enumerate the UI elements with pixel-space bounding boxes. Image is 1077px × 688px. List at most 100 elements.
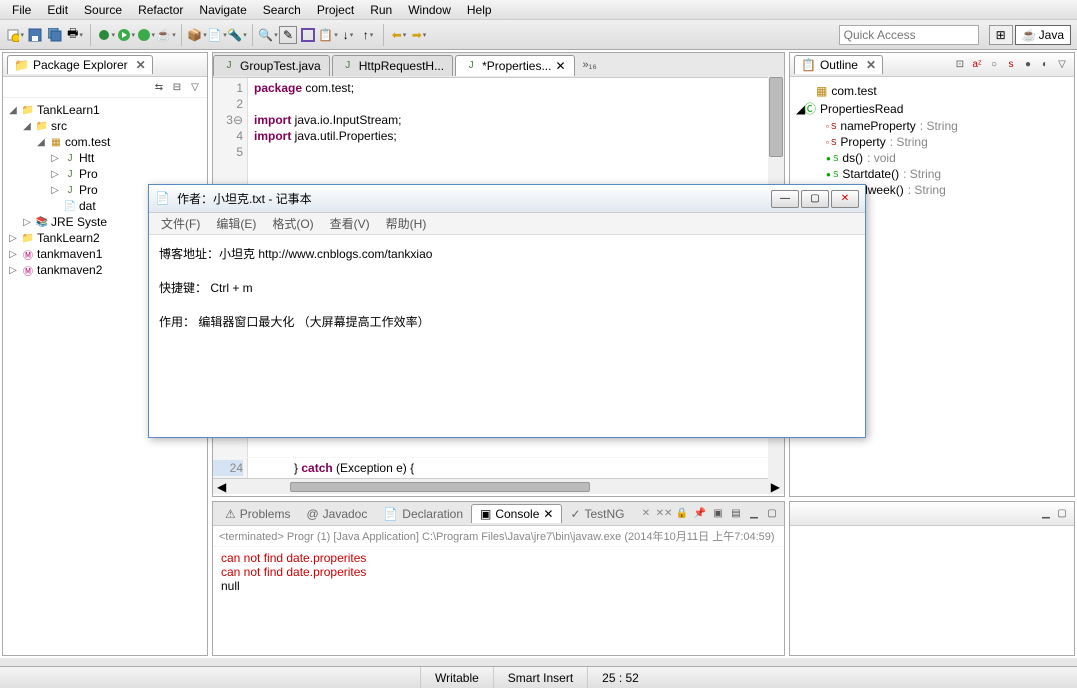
outline-hide-nonpublic-button[interactable]: ● xyxy=(1020,57,1036,73)
console-max-button[interactable]: ▢ xyxy=(764,506,780,522)
console-clear-button[interactable]: ✕ xyxy=(638,506,654,522)
editor-tab-httprequest[interactable]: JHttpRequestH... xyxy=(332,55,453,76)
quick-access-input[interactable] xyxy=(839,25,979,45)
outline-menu-button[interactable]: ▽ xyxy=(1054,57,1070,73)
view-menu-button[interactable]: ▽ xyxy=(187,79,203,95)
fold-icon[interactable]: ⊖ xyxy=(233,113,243,127)
run-button[interactable] xyxy=(117,26,135,44)
menu-edit[interactable]: Edit xyxy=(39,3,76,17)
menu-refactor[interactable]: Refactor xyxy=(130,3,191,17)
tab-javadoc[interactable]: @ Javadoc xyxy=(298,505,375,523)
notepad-titlebar[interactable]: 📄 作者：小坦克.txt - 记事本 — ▢ ✕ xyxy=(149,185,865,213)
tree-project[interactable]: tankmaven2 xyxy=(37,263,102,277)
tree-file[interactable]: Htt xyxy=(79,151,94,165)
scroll-thumb[interactable] xyxy=(290,482,590,492)
menu-search[interactable]: Search xyxy=(255,3,309,17)
panel-max-button[interactable]: ▢ xyxy=(1054,506,1070,522)
tab-declaration[interactable]: 📄 Declaration xyxy=(375,505,471,523)
tree-src[interactable]: src xyxy=(51,119,67,133)
debug-button[interactable] xyxy=(97,26,115,44)
panel-min-button[interactable]: ▁ xyxy=(1038,506,1054,522)
outline-package[interactable]: com.test xyxy=(831,84,876,98)
notepad-body[interactable]: 博客地址：小坦克 http://www.cnblogs.com/tankxiao… xyxy=(149,235,865,341)
outline-sort-button[interactable]: aᶻ xyxy=(969,57,985,73)
tree-project[interactable]: tankmaven1 xyxy=(37,247,102,261)
expand-icon[interactable]: ▷ xyxy=(7,249,19,260)
console-pin-button[interactable]: 📌 xyxy=(692,506,708,522)
task-button[interactable] xyxy=(299,26,317,44)
np-menu-view[interactable]: 查看(V) xyxy=(322,215,378,232)
save-all-button[interactable] xyxy=(46,26,64,44)
next-annotation-button[interactable]: ↓ xyxy=(339,26,357,44)
menu-navigate[interactable]: Navigate xyxy=(191,3,254,17)
save-button[interactable] xyxy=(26,26,44,44)
console-output[interactable]: can not find date.properites can not fin… xyxy=(213,547,784,597)
open-perspective-button[interactable]: ⊞ xyxy=(989,25,1013,45)
scroll-right-icon[interactable]: ▶ xyxy=(767,480,784,494)
outline-hide-fields-button[interactable]: ○ xyxy=(986,57,1002,73)
expand-icon[interactable]: ▷ xyxy=(21,217,33,228)
outline-hide-static-button[interactable]: s xyxy=(1003,57,1019,73)
new-button[interactable] xyxy=(6,26,24,44)
np-menu-file[interactable]: 文件(F) xyxy=(153,215,208,232)
run-last-button[interactable] xyxy=(137,26,155,44)
notepad-window[interactable]: 📄 作者：小坦克.txt - 记事本 — ▢ ✕ 文件(F) 编辑(E) 格式(… xyxy=(148,184,866,438)
editor-hscrollbar[interactable]: ◀ ▶ xyxy=(213,478,784,494)
expand-icon[interactable]: ▷ xyxy=(7,233,19,244)
console-open-button[interactable]: ▤ xyxy=(728,506,744,522)
search-button[interactable]: 🔍 xyxy=(259,26,277,44)
expand-icon[interactable]: ◢ xyxy=(21,121,33,132)
console-remove-all-button[interactable]: ✕✕ xyxy=(656,506,672,522)
new-package-button[interactable]: 📦 xyxy=(188,26,206,44)
menu-window[interactable]: Window xyxy=(400,3,459,17)
collapse-all-button[interactable]: ⇆ xyxy=(151,79,167,95)
np-menu-edit[interactable]: 编辑(E) xyxy=(208,215,264,232)
minimize-button[interactable]: — xyxy=(771,190,799,208)
np-menu-help[interactable]: 帮助(H) xyxy=(378,215,435,232)
tree-file[interactable]: Pro xyxy=(79,183,98,197)
menu-source[interactable]: Source xyxy=(76,3,130,17)
outline-focus-button[interactable]: ⊡ xyxy=(952,57,968,73)
tab-console[interactable]: ▣ Console ✕ xyxy=(471,504,562,523)
java-perspective-button[interactable]: ☕Java xyxy=(1015,25,1071,45)
back-button[interactable]: ⬅ xyxy=(390,26,408,44)
editor-tab-properties[interactable]: J*Properties... ✕ xyxy=(455,55,574,76)
forward-button[interactable]: ➡ xyxy=(410,26,428,44)
outline-field[interactable]: nameProperty xyxy=(840,119,915,133)
tree-project[interactable]: TankLearn1 xyxy=(37,103,100,117)
expand-icon[interactable]: ◢ xyxy=(35,137,47,148)
console-display-button[interactable]: ▣ xyxy=(710,506,726,522)
tab-testng[interactable]: ✓ TestNG xyxy=(562,505,632,523)
tree-file[interactable]: Pro xyxy=(79,167,98,181)
prev-annotation-button[interactable]: ↑ xyxy=(359,26,377,44)
tab-problems[interactable]: ⚠ Problems xyxy=(217,505,298,523)
outline-method[interactable]: Startdate() xyxy=(842,167,899,181)
console-scroll-lock-button[interactable]: 🔒 xyxy=(674,506,690,522)
menu-file[interactable]: File xyxy=(4,3,39,17)
expand-icon[interactable]: ▷ xyxy=(49,153,61,164)
expand-icon[interactable]: ▷ xyxy=(49,169,61,180)
menu-project[interactable]: Project xyxy=(309,3,362,17)
coverage-button[interactable]: ☕ xyxy=(157,26,175,44)
tree-file[interactable]: dat xyxy=(79,199,96,213)
print-button[interactable]: 🖶 xyxy=(66,26,84,44)
toggle-mark-button[interactable]: ✎ xyxy=(279,26,297,44)
outline-method[interactable]: ds() xyxy=(842,151,863,165)
close-icon[interactable]: ✕ xyxy=(866,58,876,72)
link-editor-button[interactable]: ⊟ xyxy=(169,79,185,95)
editor-tab-grouptest[interactable]: JGroupTest.java xyxy=(213,55,330,76)
open-type-button[interactable]: 🔦 xyxy=(228,26,246,44)
menu-help[interactable]: Help xyxy=(459,3,500,17)
close-icon[interactable]: ✕ xyxy=(136,58,146,72)
tree-package[interactable]: com.test xyxy=(65,135,110,149)
close-button[interactable]: ✕ xyxy=(831,190,859,208)
close-icon[interactable]: ✕ xyxy=(555,59,565,73)
console-min-button[interactable]: ▁ xyxy=(746,506,762,522)
close-icon[interactable]: ✕ xyxy=(543,507,553,521)
menu-run[interactable]: Run xyxy=(362,3,400,17)
annotation-button[interactable]: 📋 xyxy=(319,26,337,44)
tree-project[interactable]: TankLearn2 xyxy=(37,231,100,245)
scroll-left-icon[interactable]: ◀ xyxy=(213,480,230,494)
outline-hide-local-button[interactable]: ◐ xyxy=(1037,57,1053,73)
package-explorer-tab[interactable]: 📁 Package Explorer ✕ xyxy=(7,55,153,74)
